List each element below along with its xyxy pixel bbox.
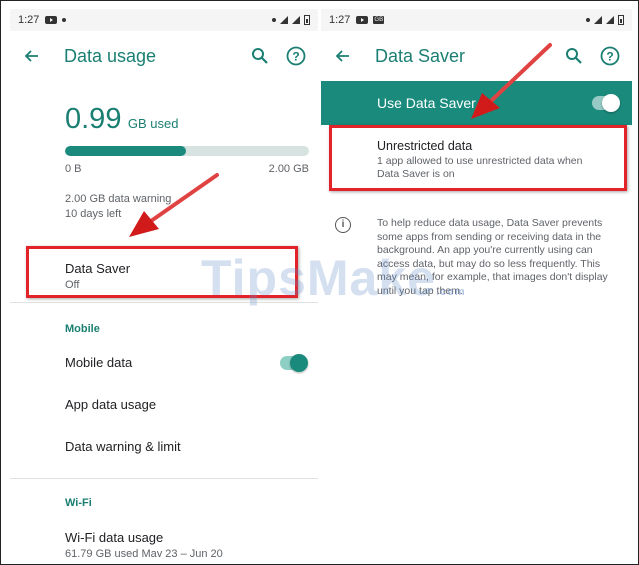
- screenshot-frame: 1:27 Data usage ? 0.99 GB used 0 B 2.00 …: [0, 0, 639, 565]
- annotation-arrows: [129, 43, 552, 237]
- arrow-to-use-data-saver: [471, 43, 552, 119]
- arrow-to-data-saver: [129, 173, 219, 237]
